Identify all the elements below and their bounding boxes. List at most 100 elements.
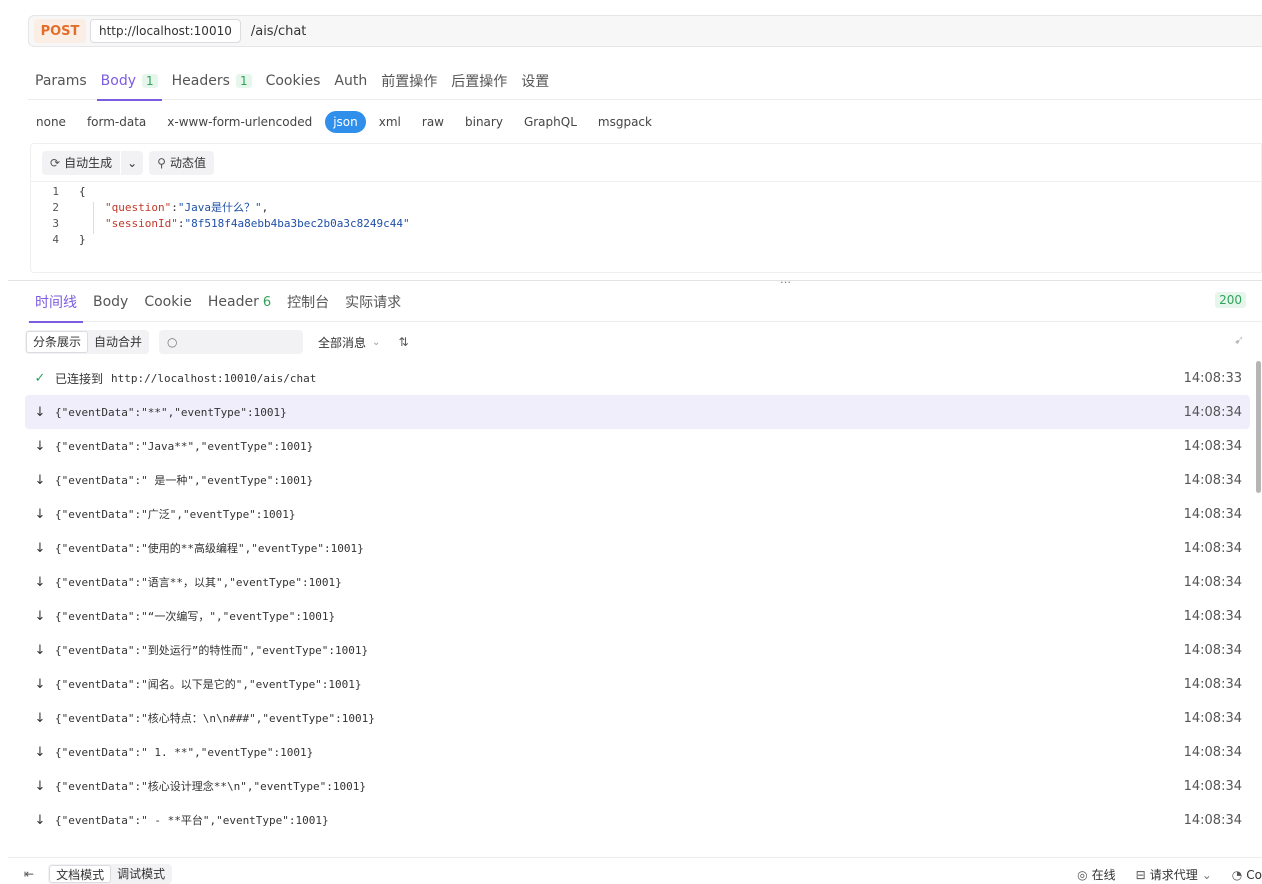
sort-icon[interactable]: ⇅ — [398, 335, 408, 349]
message-row[interactable]: ↓ {"eventData":"核心特点：\n\n###","eventType"… — [25, 701, 1250, 735]
message-time: 14:08:34 — [1183, 472, 1242, 488]
body-type-x-www-form-urlencoded[interactable]: x-www-form-urlencoded — [159, 111, 320, 133]
message-row[interactable]: ↓ {"eventData":" 是一种","eventType":1001} 14… — [25, 463, 1250, 497]
code-text: { — [79, 185, 86, 198]
message-time: 14:08:34 — [1183, 438, 1242, 454]
scrollbar[interactable] — [1256, 361, 1261, 493]
message-time: 14:08:34 — [1183, 676, 1242, 692]
tab-headers[interactable]: Headers 1 — [172, 62, 252, 100]
message-row[interactable]: ↓ {"eventData":"“一次编写，","eventType":1001}… — [25, 599, 1250, 633]
message-time: 14:08:34 — [1183, 778, 1242, 794]
message-time: 14:08:34 — [1183, 540, 1242, 556]
tab-后置操作[interactable]: 后置操作 — [451, 62, 507, 100]
chevron-down-icon: ⌄ — [127, 155, 138, 170]
status-badge: 200 — [1215, 292, 1246, 308]
divider — [8, 280, 1262, 281]
code-area[interactable]: 1{2 "question":"Java是什么？", 3 "sessionId":"8… — [31, 182, 1261, 248]
connected-check-icon: ✓ — [34, 370, 46, 386]
message-text: {"eventData":"闻名。以下是它的","eventType":1001… — [55, 678, 362, 691]
response-tab[interactable]: Body — [93, 282, 128, 322]
message-row[interactable]: ↓ {"eventData":" 1. **","eventType":1001}… — [25, 735, 1250, 769]
chevron-down-icon: ⌄ — [372, 336, 381, 348]
message-row[interactable]: ↓ {"eventData":"**","eventType":1001} 14:0… — [25, 395, 1250, 429]
message-text: {"eventData":"“一次编写，","eventType":1001} — [55, 610, 336, 623]
connected-label: 已连接到 — [55, 371, 104, 386]
message-row[interactable]: ↓ {"eventData":"到处运行”的特性而","eventType":10… — [25, 633, 1250, 667]
line-content: } — [59, 232, 86, 248]
message-row[interactable]: ↓ {"eventData":"核心设计理念**\n","eventType":1… — [25, 769, 1250, 803]
doc-mode-option[interactable]: 文档模式 — [49, 865, 112, 883]
message-row[interactable]: ↓ {"eventData":"广泛","eventType":1001} 14:0… — [25, 497, 1250, 531]
code-line: 3 "sessionId":"8f518f4a8ebb4ba3bec2b0a3c8… — [31, 216, 1261, 232]
arrow-down-icon: ↓ — [34, 778, 46, 794]
method-select[interactable]: POST — [34, 19, 86, 43]
magic-wand-icon: ⚲ — [157, 155, 166, 170]
body-type-msgpack[interactable]: msgpack — [590, 111, 660, 133]
tab-label: Header — [207, 294, 259, 310]
view-mode-toggle: 分条展示 自动合并 — [25, 330, 150, 354]
tab-count-badge: 1 — [235, 74, 252, 88]
arrow-down-icon: ↓ — [34, 506, 46, 522]
auto-generate-split: ⟳ 自动生成 ⌄ — [42, 150, 149, 175]
auto-generate-button[interactable]: ⟳ 自动生成 — [42, 150, 121, 175]
message-row[interactable]: ↓ {"eventData":"语言**，以其","eventType":1001… — [25, 565, 1250, 599]
message-row[interactable]: ↓ {"eventData":"闻名。以下是它的","eventType":100… — [25, 667, 1250, 701]
tab-前置操作[interactable]: 前置操作 — [381, 62, 437, 100]
tab-label: 控制台 — [287, 295, 330, 311]
response-tabs: 时间线 Body Cookie Header 6 控制台 实际请求 — [28, 282, 1262, 323]
message-row[interactable]: ✓ 已连接到 http://localhost:10010/ais/chat 14:0… — [25, 361, 1250, 395]
tab-label: 前置操作 — [381, 74, 438, 90]
tab-params[interactable]: Params — [35, 62, 87, 100]
tab-label: Params — [35, 73, 87, 89]
message-row[interactable]: ↓ {"eventData":"Java**","eventType":1001}… — [25, 429, 1250, 463]
auto-generate-label: 自动生成 — [64, 156, 113, 170]
clear-icon[interactable]: ➹ — [1234, 333, 1244, 347]
tab-label: Cookie — [144, 294, 192, 310]
response-tab[interactable]: 实际请求 — [345, 282, 401, 322]
debug-mode-option[interactable]: 调试模式 — [111, 865, 171, 883]
message-row[interactable]: ↓ {"eventData":" - **平台","eventType":1001… — [25, 803, 1250, 837]
message-time: 14:08:34 — [1183, 744, 1242, 760]
tab-设置[interactable]: 设置 — [521, 62, 549, 100]
message-time: 14:08:33 — [1183, 370, 1242, 386]
body-type-binary[interactable]: binary — [457, 111, 511, 133]
tab-cookies[interactable]: Cookies — [266, 62, 321, 100]
arrow-down-icon: ↓ — [34, 710, 46, 726]
collapse-sidebar-icon[interactable]: ⇤ — [24, 867, 34, 881]
message-text: {"eventData":" 1. **","eventType":1001} — [55, 745, 314, 759]
line-number: 4 — [52, 233, 59, 246]
response-tab[interactable]: 时间线 — [29, 282, 83, 323]
message-time: 14:08:34 — [1183, 710, 1242, 726]
search-input[interactable] — [183, 335, 294, 349]
arrow-down-icon: ↓ — [34, 574, 46, 590]
message-row[interactable]: ↓ {"eventData":"使用的**高级编程","eventType":10… — [25, 531, 1250, 565]
message-time: 14:08:34 — [1183, 642, 1242, 658]
body-type-graphql[interactable]: GraphQL — [516, 111, 585, 133]
body-type-none[interactable]: none — [28, 111, 74, 133]
code-line: 2 "question":"Java是什么？", — [31, 200, 1261, 216]
body-type-raw[interactable]: raw — [414, 111, 452, 133]
code-line: 1{ — [31, 184, 1261, 200]
arrow-down-icon: ↓ — [34, 404, 46, 420]
tab-body[interactable]: Body 1 — [96, 62, 162, 101]
body-type-json[interactable]: json — [325, 111, 366, 133]
response-tab[interactable]: Header 6 — [208, 282, 271, 322]
dynamic-value-button[interactable]: ⚲ 动态值 — [149, 150, 214, 175]
host-field[interactable]: http://localhost:10010 — [90, 19, 241, 43]
path-input[interactable]: /ais/chat — [251, 24, 307, 39]
arrow-down-icon: ↓ — [34, 608, 46, 624]
auto-generate-dropdown[interactable]: ⌄ — [121, 150, 144, 175]
message-text: {"eventData":"广泛","eventType":1001} — [55, 508, 296, 521]
dynamic-value-label: 动态值 — [169, 156, 206, 170]
arrow-down-icon: ↓ — [34, 812, 46, 828]
body-type-form-data[interactable]: form-data — [79, 111, 154, 133]
tab-auth[interactable]: Auth — [334, 62, 367, 100]
view-merge-option[interactable]: 自动合并 — [88, 331, 148, 353]
view-split-option[interactable]: 分条展示 — [26, 331, 89, 353]
body-type-xml[interactable]: xml — [371, 111, 409, 133]
tab-count-badge: 1 — [142, 74, 158, 88]
message-filter[interactable]: 全部消息 ⌄ — [318, 334, 380, 351]
response-tab[interactable]: 控制台 — [287, 282, 329, 322]
response-tab[interactable]: Cookie — [144, 282, 192, 322]
code-text: } — [79, 233, 86, 246]
